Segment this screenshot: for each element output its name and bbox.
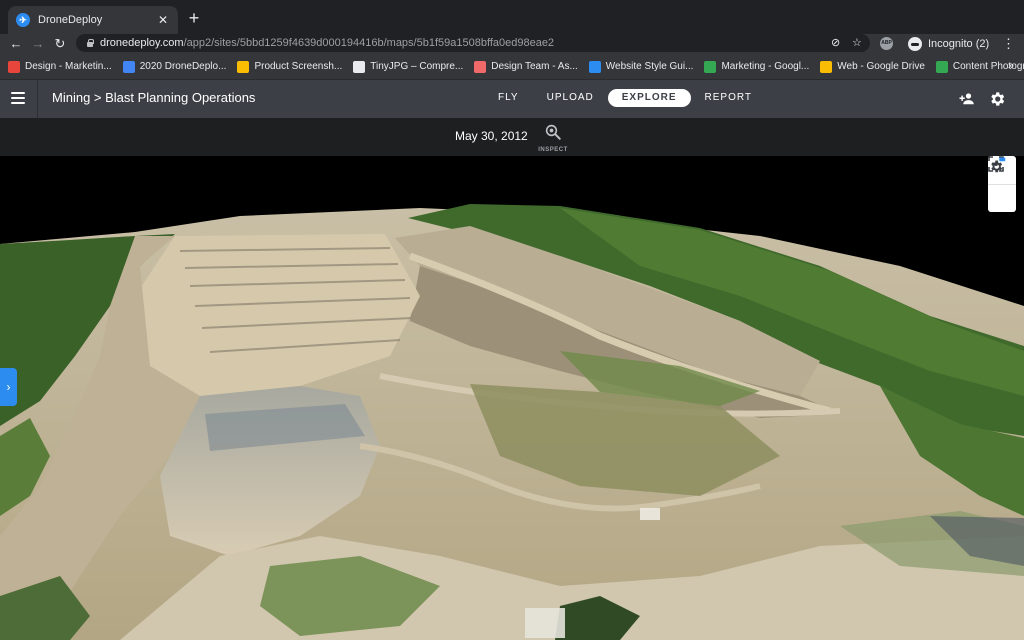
drone-logo-icon: ✈: [16, 13, 30, 27]
bookmark-icon: [237, 60, 250, 73]
tab-upload[interactable]: UPLOAD: [533, 89, 608, 107]
bookmark-icon: [8, 60, 20, 73]
bookmark-item[interactable]: Website Style Gui...: [588, 60, 694, 73]
bookmarks-bar: Design - Marketin... 2020 DroneDeplo... Pr…: [0, 54, 1024, 80]
bookmark-label: Web - Google Drive: [837, 61, 925, 72]
address-bar[interactable]: dronedeploy.com/app2/sites/5bbd1259f4639…: [76, 34, 870, 52]
lock-icon: [86, 39, 94, 47]
bookmark-item[interactable]: Marketing - Googl...: [704, 60, 810, 73]
bookmark-item[interactable]: Design - Marketin...: [8, 60, 112, 73]
bookmark-label: Website Style Gui...: [605, 61, 694, 72]
breadcrumb[interactable]: Mining > Blast Planning Operations: [52, 90, 255, 105]
url-host: dronedeploy.com: [100, 37, 184, 49]
bookmark-item[interactable]: Web - Google Drive: [820, 60, 925, 73]
url-path: /app2/sites/5bbd1259f4639d000194416b/map…: [183, 37, 555, 49]
model-viewport[interactable]: ›: [0, 156, 1024, 640]
tab-report[interactable]: REPORT: [691, 89, 767, 107]
reload-icon[interactable]: ↻: [50, 34, 70, 54]
bookmark-icon: [820, 60, 833, 73]
star-icon[interactable]: ☆: [852, 34, 862, 52]
app-header: Mining > Blast Planning Operations FLY UP…: [0, 80, 1024, 118]
hamburger-icon[interactable]: [11, 92, 25, 104]
bookmark-item[interactable]: TinyJPG – Compre...: [353, 60, 464, 73]
bookmark-icon: [122, 60, 135, 73]
bookmark-item[interactable]: 2020 DroneDeplo...: [122, 60, 227, 73]
adblock-extension-icon[interactable]: ABP: [880, 37, 893, 50]
bookmark-icon: [588, 60, 601, 73]
tab-explore[interactable]: EXPLORE: [607, 89, 691, 107]
capture-date[interactable]: May 30, 2012: [455, 129, 528, 143]
location-blocked-icon[interactable]: ⊘: [831, 34, 840, 52]
incognito-indicator[interactable]: Incognito (2): [908, 35, 989, 53]
bookmark-icon: [474, 60, 487, 73]
magnifier-icon: [545, 124, 561, 140]
incognito-label: Incognito (2): [928, 38, 990, 50]
arrow-right-icon[interactable]: →: [28, 34, 48, 54]
browser-tab-bar: ✈ DroneDeploy ✕ +: [0, 0, 1024, 34]
browser-toolbar: ← → ↻ dronedeploy.com/app2/sites/5bbd125…: [0, 34, 1024, 54]
gear-badge-icon[interactable]: [988, 157, 1016, 212]
bookmark-item[interactable]: Product Screensh...: [237, 60, 343, 73]
tab-fly[interactable]: FLY: [484, 89, 533, 107]
tab-title: DroneDeploy: [38, 14, 103, 26]
bookmark-icon: [935, 60, 948, 73]
bookmark-label: Design Team - As...: [491, 61, 578, 72]
bookmark-label: Product Screensh...: [254, 61, 343, 72]
more-options-icon[interactable]: ⋮: [1002, 34, 1015, 54]
bookmark-label: 2020 DroneDeplo...: [139, 61, 227, 72]
close-icon[interactable]: ✕: [156, 13, 170, 27]
bookmark-label: Design - Marketin...: [25, 61, 112, 72]
bookmarks-overflow[interactable]: »: [1008, 60, 1014, 72]
bookmark-item[interactable]: Design Team - As...: [474, 60, 578, 73]
bookmark-icon: [704, 60, 717, 73]
add-user-icon[interactable]: [958, 90, 976, 108]
quarry-3d-model[interactable]: [0, 156, 1024, 640]
bookmark-label: Marketing - Googl...: [721, 61, 810, 72]
bookmark-label: TinyJPG – Compre...: [370, 61, 464, 72]
incognito-icon: [908, 37, 922, 51]
date-bar: May 30, 2012 INSPECT: [0, 118, 1024, 156]
main-nav-tabs: FLY UPLOAD EXPLORE REPORT: [484, 89, 766, 107]
header-divider: [37, 80, 38, 118]
viewer-tools: [988, 156, 1016, 212]
gear-icon[interactable]: [988, 90, 1006, 108]
chevron-right-icon[interactable]: ›: [0, 368, 17, 406]
inspect-label: INSPECT: [538, 147, 568, 153]
browser-tab[interactable]: ✈ DroneDeploy ✕: [8, 6, 178, 34]
arrow-left-icon[interactable]: ←: [6, 34, 26, 54]
plus-icon[interactable]: +: [184, 8, 204, 28]
bookmark-icon: [353, 60, 366, 73]
inspect-button[interactable]: INSPECT: [536, 123, 570, 153]
